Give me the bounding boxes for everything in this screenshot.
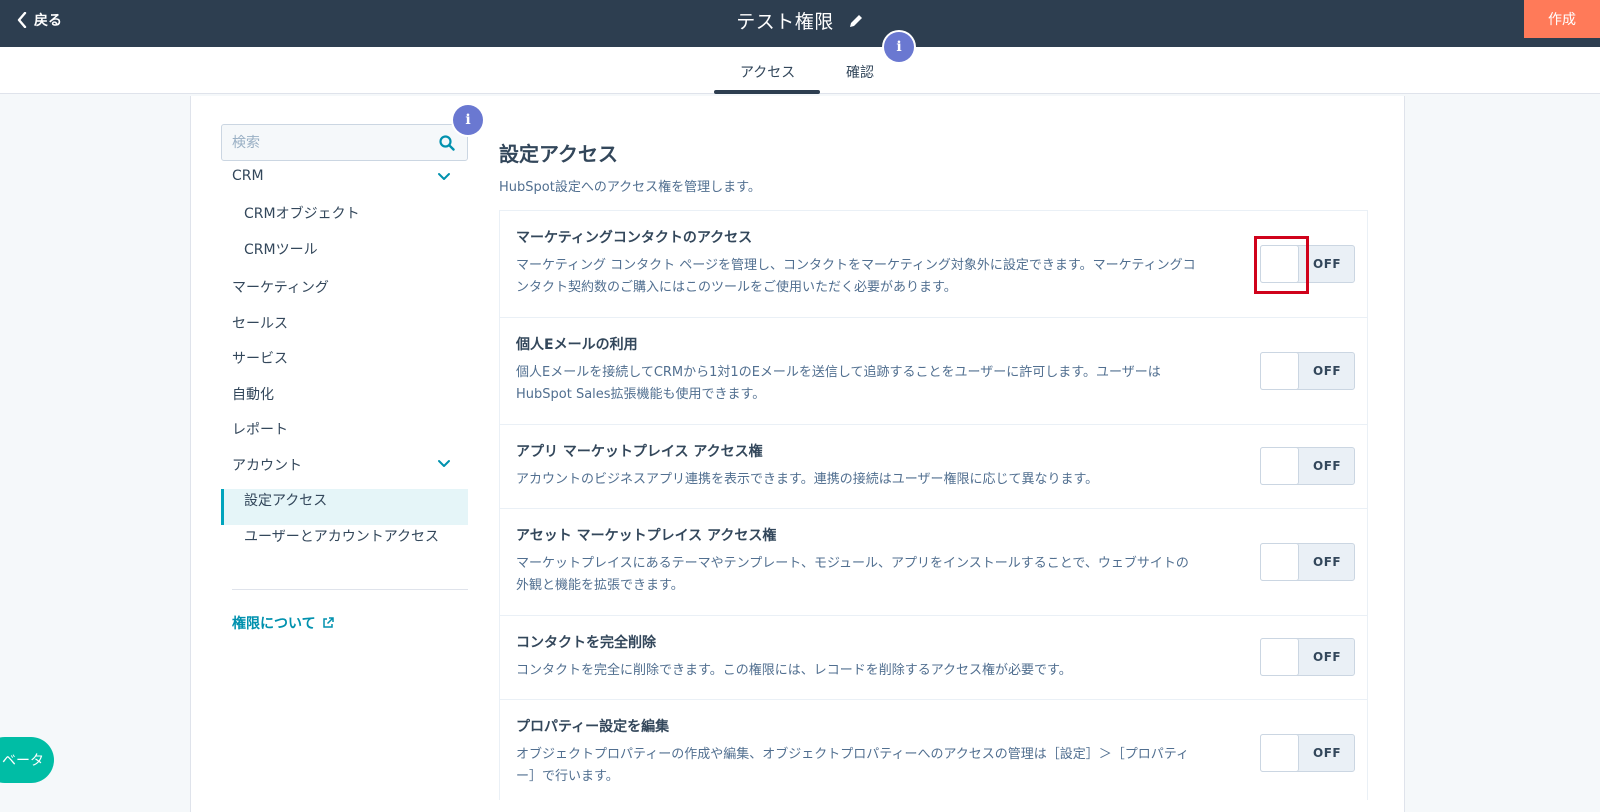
permission-row: 個人Eメールの利用 個人Eメールを接続してCRMから1対1のEメールを送信して追… <box>499 318 1368 425</box>
permission-row: コンタクトを完全削除 コンタクトを完全に削除できます。この権限には、レコードを削… <box>499 616 1368 700</box>
sidebar-item-account[interactable]: アカウント <box>232 455 302 475</box>
toggle-knob <box>1260 447 1299 485</box>
tab-access[interactable]: アクセス <box>740 62 795 82</box>
sidebar-item-user-account-access[interactable]: ユーザーとアカウントアクセス <box>244 526 439 546</box>
sidebar-item-reports[interactable]: レポート <box>232 419 288 439</box>
permission-description: アカウントのビジネスアプリ連携を表示できます。連携の接続はユーザー権限に応じて異… <box>516 469 1216 491</box>
permission-toggle[interactable]: OFF <box>1260 352 1355 390</box>
chevron-down-icon[interactable] <box>437 459 451 469</box>
sidebar-divider <box>232 589 468 590</box>
toggle-knob <box>1260 245 1299 283</box>
tab-confirm[interactable]: 確認 <box>846 62 874 82</box>
content-panel: i CRM CRMオブジェクト CRMツール マーケティング セールス サービス… <box>190 96 1405 812</box>
description-line: 外観と機能を拡張できます。 <box>516 578 684 593</box>
permission-title: コンタクトを完全削除 <box>516 635 656 651</box>
top-bar: 戻る テスト権限 作成 <box>0 0 1600 47</box>
permission-title: アプリ マーケットプレイス アクセス権 <box>516 444 763 460</box>
search-input[interactable] <box>222 125 467 160</box>
section-description: HubSpot設定へのアクセス権を管理します。 <box>499 180 761 195</box>
active-tab-indicator <box>714 90 820 94</box>
external-link-icon <box>322 617 334 628</box>
description-line: オブジェクトプロパティーの作成や編集、オブジェクトプロパティーへのアクセスの管理… <box>516 747 1190 762</box>
chevron-down-icon[interactable] <box>437 172 451 182</box>
permission-description: マーケットプレイスにあるテーマやテンプレート、モジュール、アプリをインストールす… <box>516 553 1216 597</box>
toggle-state: OFF <box>1313 364 1342 378</box>
search-box <box>221 124 468 161</box>
create-button[interactable]: 作成 <box>1524 0 1600 38</box>
section-title: 設定アクセス <box>499 142 618 166</box>
toggle-state: OFF <box>1313 257 1342 271</box>
permission-description: マーケティング コンタクト ページを管理し、コンタクトをマーケティング対象外に設… <box>516 255 1216 299</box>
permission-toggle[interactable]: OFF <box>1260 447 1355 485</box>
permission-title: プロパティー設定を編集 <box>516 719 670 735</box>
about-permissions-link[interactable]: 権限について <box>232 613 334 633</box>
permission-row: アプリ マーケットプレイス アクセス権 アカウントのビジネスアプリ連携を表示でき… <box>499 425 1368 509</box>
permission-toggle[interactable]: OFF <box>1254 236 1355 294</box>
permission-description: コンタクトを完全に削除できます。この権限には、レコードを削除するアクセス権が必要… <box>516 660 1216 682</box>
permission-row: アセット マーケットプレイス アクセス権 マーケットプレイスにあるテーマやテンプ… <box>499 509 1368 616</box>
description-line: マーケットプレイスにあるテーマやテンプレート、モジュール、アプリをインストールす… <box>516 556 1189 571</box>
sidebar-item-crm[interactable]: CRM <box>232 168 264 184</box>
permission-toggle[interactable]: OFF <box>1260 638 1355 676</box>
description-line: 個人Eメールを接続してCRMから1対1のEメールを送信して追跡することをユーザー… <box>516 365 1161 380</box>
title-area: テスト権限 <box>0 7 1600 34</box>
info-icon[interactable]: i <box>453 105 483 135</box>
description-line: アカウントのビジネスアプリ連携を表示できます。連携の接続はユーザー権限に応じて異… <box>516 472 1099 487</box>
description-line: マーケティング コンタクト ページを管理し、コンタクトをマーケティング対象外に設… <box>516 258 1196 273</box>
sidebar-item-sales[interactable]: セールス <box>232 313 288 333</box>
about-permissions-label: 権限について <box>232 616 316 632</box>
page-title: テスト権限 <box>736 11 834 33</box>
toggle-state: OFF <box>1313 650 1342 664</box>
toggle-knob <box>1260 352 1299 390</box>
permission-description: 個人Eメールを接続してCRMから1対1のEメールを送信して追跡することをユーザー… <box>516 362 1216 406</box>
search-icon[interactable] <box>439 135 455 151</box>
sidebar-item-automation[interactable]: 自動化 <box>232 384 274 404</box>
sidebar-item-settings-access[interactable]: 設定アクセス <box>244 490 327 510</box>
tab-bar: アクセス 確認 <box>0 47 1600 94</box>
sidebar-item-crm-objects[interactable]: CRMオブジェクト <box>244 203 360 223</box>
info-icon[interactable]: i <box>884 32 914 62</box>
permission-toggle[interactable]: OFF <box>1260 543 1355 581</box>
sidebar-item-crm-tools[interactable]: CRMツール <box>244 239 318 259</box>
beta-button[interactable]: ベータ <box>0 737 54 783</box>
description-line: ンタクト契約数のご購入にはこのツールをご使用いただく必要があります。 <box>516 280 957 295</box>
toggle-state: OFF <box>1313 459 1342 473</box>
sidebar-item-marketing[interactable]: マーケティング <box>232 277 329 297</box>
toggle-state: OFF <box>1313 555 1342 569</box>
permission-list: マーケティングコンタクトのアクセス マーケティング コンタクト ページを管理し、… <box>499 210 1368 800</box>
permission-row: マーケティングコンタクトのアクセス マーケティング コンタクト ページを管理し、… <box>499 211 1368 318</box>
toggle-knob <box>1260 734 1299 772</box>
toggle-knob <box>1260 638 1299 676</box>
permission-toggle[interactable]: OFF <box>1260 734 1355 772</box>
toggle-state: OFF <box>1313 746 1342 760</box>
permission-description: オブジェクトプロパティーの作成や編集、オブジェクトプロパティーへのアクセスの管理… <box>516 744 1216 788</box>
permission-title: アセット マーケットプレイス アクセス権 <box>516 528 777 544</box>
permission-title: マーケティングコンタクトのアクセス <box>516 230 753 246</box>
description-line: HubSpot Sales拡張機能も使用できます。 <box>516 387 766 402</box>
sidebar-item-service[interactable]: サービス <box>232 348 288 368</box>
permission-row: プロパティー設定を編集 オブジェクトプロパティーの作成や編集、オブジェクトプロパ… <box>499 700 1368 800</box>
permission-title: 個人Eメールの利用 <box>516 337 638 353</box>
pencil-icon[interactable] <box>848 13 864 29</box>
description-line: ー］で行います。 <box>516 769 619 784</box>
toggle-knob <box>1260 543 1299 581</box>
description-line: コンタクトを完全に削除できます。この権限には、レコードを削除するアクセス権が必要… <box>516 663 1072 678</box>
